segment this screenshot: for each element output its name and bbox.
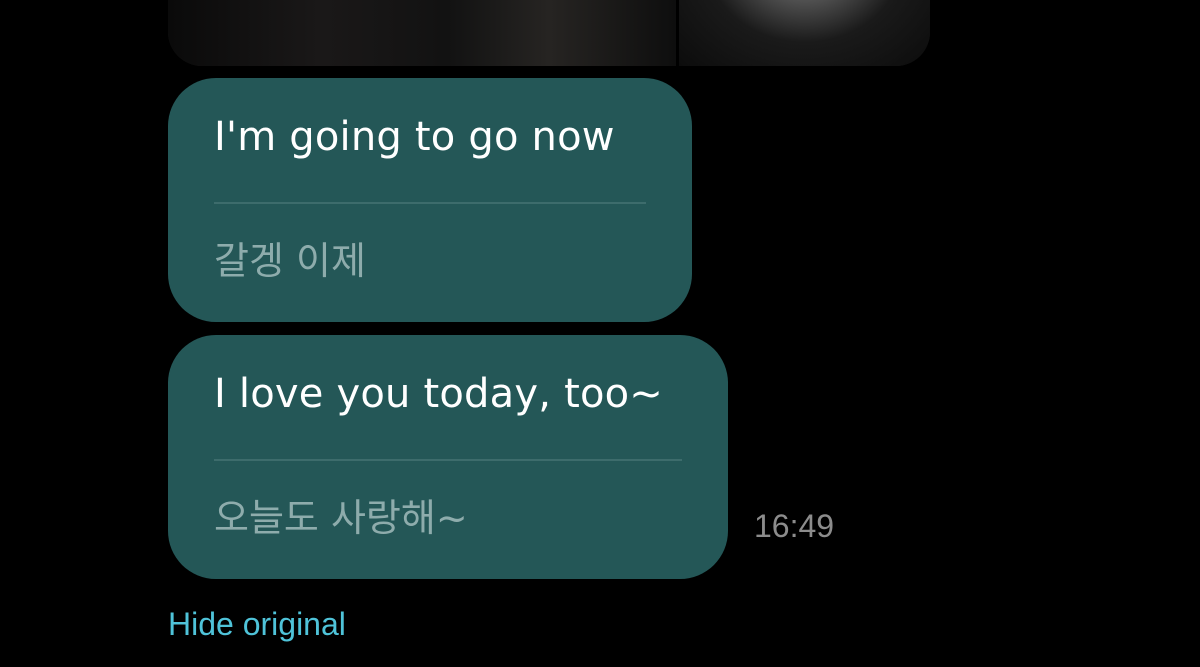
- translated-text: I love you today, too~: [214, 371, 664, 417]
- translation-divider: [214, 459, 682, 461]
- message-bubble[interactable]: I love you today, too~ 오늘도 사랑해~: [168, 335, 728, 579]
- shared-photo-message[interactable]: [168, 0, 930, 66]
- chat-screen: I'm going to go now 갈겡 이제 I love you tod…: [0, 0, 1200, 667]
- message-bubble[interactable]: I'm going to go now 갈겡 이제: [168, 78, 692, 322]
- hide-original-link[interactable]: Hide original: [168, 606, 346, 643]
- original-text: 오늘도 사랑해~: [214, 496, 468, 540]
- translation-divider: [214, 202, 646, 204]
- message-timestamp: 16:49: [754, 508, 835, 544]
- original-text: 갈겡 이제: [214, 239, 366, 283]
- photo-right[interactable]: [679, 0, 930, 66]
- photo-left[interactable]: [168, 0, 676, 66]
- translated-text: I'm going to go now: [214, 114, 615, 160]
